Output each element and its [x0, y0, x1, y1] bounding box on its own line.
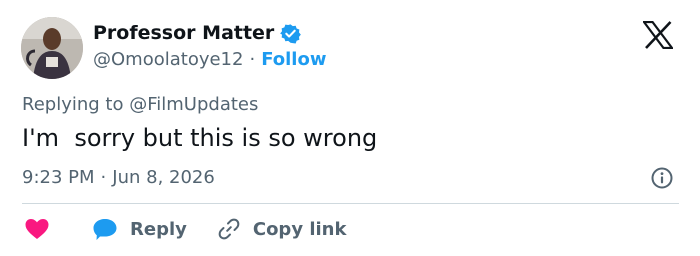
author-display-name[interactable]: Professor Matter	[93, 22, 274, 44]
info-icon[interactable]	[650, 166, 674, 190]
handle-separator: ·	[249, 49, 256, 70]
copy-link-button[interactable]: Copy link	[217, 217, 347, 241]
author-handle[interactable]: @Omoolatoye12	[93, 49, 243, 70]
avatar[interactable]	[21, 17, 83, 79]
copy-link-label: Copy link	[252, 218, 347, 240]
reply-label: Reply	[130, 218, 187, 240]
like-button[interactable]	[24, 217, 50, 241]
replying-to-label: Replying to	[22, 94, 124, 115]
x-logo-icon[interactable]	[641, 20, 675, 50]
divider	[22, 203, 679, 204]
tweet-timestamp[interactable]: 9:23 PM · Jun 8, 2026	[22, 167, 215, 188]
tweet-time: 9:23 PM	[22, 167, 95, 188]
author-name-row: Professor Matter	[93, 22, 302, 44]
follow-button[interactable]: Follow	[261, 49, 326, 70]
tweet-card: Professor Matter @Omoolatoye12 · Follow …	[0, 0, 700, 256]
timestamp-separator: ·	[100, 167, 107, 188]
author-handle-row: @Omoolatoye12 · Follow	[93, 49, 326, 70]
tweet-date: Jun 8, 2026	[112, 167, 215, 188]
reply-button[interactable]: Reply	[92, 217, 187, 241]
heart-icon	[24, 217, 50, 241]
replying-to-line: Replying to @FilmUpdates	[22, 94, 258, 115]
link-icon	[217, 217, 241, 241]
speech-bubble-icon	[92, 217, 118, 241]
action-bar: Reply Copy link	[24, 217, 346, 241]
verified-badge-icon	[280, 23, 302, 44]
tweet-text: I'm sorry but this is so wrong	[22, 124, 378, 152]
replying-to-mention[interactable]: @FilmUpdates	[129, 94, 258, 115]
